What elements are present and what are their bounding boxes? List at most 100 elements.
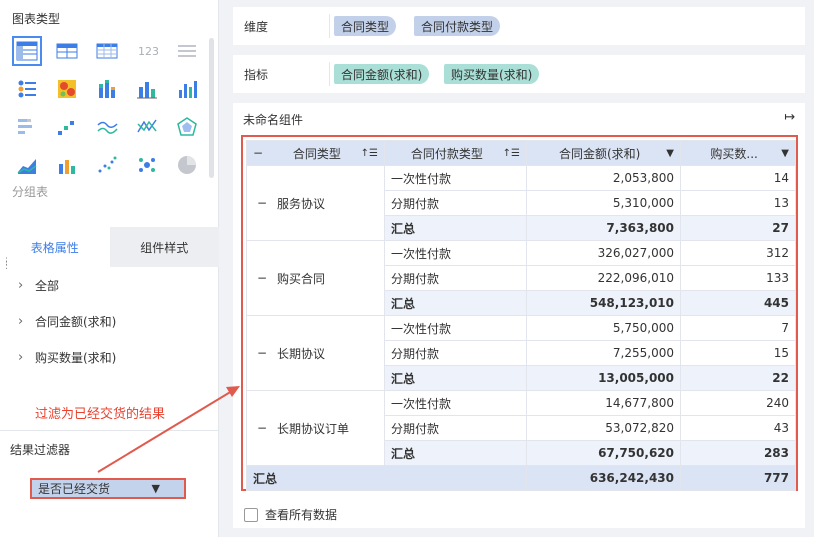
filter-pill-delivered[interactable]: 是否已经交货 ▼: [30, 478, 186, 499]
property-item-label: 全部: [35, 279, 60, 293]
number-card-chart-icon[interactable]: 123: [132, 36, 162, 66]
grand-total-label: 汇总: [246, 465, 527, 491]
property-item-purchase-quantity[interactable]: › 购买数量(求和): [18, 349, 116, 366]
checkbox-icon[interactable]: [244, 507, 258, 522]
multi-line-chart-icon[interactable]: [132, 112, 162, 142]
fit-width-icon[interactable]: ↦: [784, 110, 795, 125]
group-cell: − 购买合同: [246, 240, 385, 316]
header-contract-type[interactable]: − 合同类型 ↑☰: [246, 140, 385, 166]
table-row: − 服务协议 一次性付款 2,053,800 14: [246, 165, 796, 241]
collapse-icon[interactable]: −: [257, 346, 267, 360]
payment-type-cell: 分期付款: [384, 340, 527, 366]
contract-amount-cell: 67,750,620: [526, 440, 681, 466]
result-filter-title: 结果过滤器: [10, 443, 71, 457]
header-purchase-quantity[interactable]: 购买数... ▼: [680, 140, 796, 166]
table-body: − 服务协议 一次性付款 2,053,800 14 分期付款 5,310,000 13 汇总 7,…: [246, 165, 796, 491]
tab-table-properties[interactable]: 表格属性: [0, 227, 110, 267]
detail-table-chart-icon[interactable]: [52, 36, 82, 66]
grand-total-row: 汇总 636,242,430 777: [246, 465, 796, 491]
purchase-quantity-cell: 15: [680, 340, 796, 366]
payment-type-cell: 一次性付款: [384, 315, 527, 341]
funnel-icon[interactable]: ▼: [152, 482, 160, 495]
horizontal-bar-chart-icon[interactable]: [12, 112, 42, 142]
cross-table-chart-icon[interactable]: [92, 36, 122, 66]
collapse-icon[interactable]: −: [253, 146, 263, 160]
payment-type-cell: 分期付款: [384, 265, 527, 291]
line-chart-icon[interactable]: [92, 112, 122, 142]
property-item-contract-amount[interactable]: › 合同金额(求和): [18, 313, 116, 330]
show-all-data-checkbox[interactable]: 查看所有数据: [244, 506, 337, 523]
heatmap-chart-icon[interactable]: [52, 74, 82, 104]
radar-chart-icon[interactable]: [172, 112, 202, 142]
chart-grid-scrollbar[interactable]: [209, 38, 214, 178]
collapse-icon[interactable]: −: [257, 421, 267, 435]
property-tabs: 表格属性 组件样式: [0, 227, 219, 267]
component-title: 未命名组件: [243, 113, 304, 127]
metric-row: 指标 合同金额(求和) 购买数量(求和): [233, 55, 805, 93]
payment-type-cell: 分期付款: [384, 415, 527, 441]
table-row: − 长期协议订单 一次性付款 14,677,800 240: [246, 390, 796, 466]
stacked-bar-chart-icon[interactable]: [92, 74, 122, 104]
filter-pill-label: 是否已经交货: [38, 482, 111, 496]
group-name: 购买合同: [277, 271, 326, 286]
payment-type-cell: 汇总: [384, 290, 527, 316]
dropdown-icon[interactable]: ▼: [781, 148, 789, 159]
group-cell: − 长期协议订单: [246, 390, 385, 466]
step-chart-icon[interactable]: [52, 112, 82, 142]
pie-chart-icon[interactable]: [172, 150, 202, 180]
dimension-row: 维度 合同类型 合同付款类型: [233, 7, 805, 45]
drag-handle-icon[interactable]: ⋮ ⋮: [2, 258, 11, 271]
dimension-chip-contract-type[interactable]: 合同类型: [334, 16, 397, 36]
contract-amount-cell: 13,005,000: [526, 365, 681, 391]
payment-type-cell: 一次性付款: [384, 390, 527, 416]
header-payment-type[interactable]: 合同付款类型 ↑☰: [384, 140, 527, 166]
collapse-icon[interactable]: −: [257, 196, 267, 210]
payment-type-cell: 汇总: [384, 215, 527, 241]
group-cell: − 长期协议: [246, 315, 385, 391]
combo-chart-icon[interactable]: [52, 150, 82, 180]
purchase-quantity-cell: 133: [680, 265, 796, 291]
bubble-chart-icon[interactable]: [132, 150, 162, 180]
grouped-table-chart-icon[interactable]: [12, 36, 42, 66]
sort-icon[interactable]: ↑☰: [361, 148, 378, 159]
payment-type-cell: 一次性付款: [384, 240, 527, 266]
scatter-chart-icon[interactable]: [92, 150, 122, 180]
bar-chart-icon[interactable]: [132, 74, 162, 104]
dimension-label: 维度: [244, 20, 269, 34]
purchase-quantity-cell: 14: [680, 165, 796, 191]
table-row: − 购买合同 一次性付款 326,027,000 312: [246, 240, 796, 316]
purchase-quantity-cell: 445: [680, 290, 796, 316]
left-panel: 图表类型 123 分组表 表格属性 组件样式 ⋮ ⋮ › 全部 › 合同金额(求…: [0, 0, 219, 537]
purchase-quantity-cell: 13: [680, 190, 796, 216]
grand-total-amount: 636,242,430: [526, 465, 681, 491]
payment-type-cell: 汇总: [384, 365, 527, 391]
collapse-icon[interactable]: −: [257, 271, 267, 285]
sort-icon[interactable]: ↑☰: [503, 148, 520, 159]
contract-amount-cell: 222,096,010: [526, 265, 681, 291]
table-row: − 长期协议 一次性付款 5,750,000 7: [246, 315, 796, 391]
metric-chip-contract-amount[interactable]: 合同金额(求和): [334, 64, 430, 84]
chart-types-title: 图表类型: [12, 12, 61, 26]
property-item-all[interactable]: › 全部: [18, 277, 59, 294]
header-contract-amount[interactable]: 合同金额(求和) ▼: [526, 140, 681, 166]
payment-type-cell: 一次性付款: [384, 165, 527, 191]
column-chart-icon[interactable]: [172, 74, 202, 104]
annotation-text: 过滤为已经交货的结果: [35, 407, 166, 422]
group-name: 服务协议: [277, 196, 326, 211]
metric-chip-purchase-quantity[interactable]: 购买数量(求和): [444, 64, 540, 84]
area-chart-icon[interactable]: [12, 150, 42, 180]
list-chart-icon[interactable]: [172, 36, 202, 66]
contract-amount-cell: 7,363,800: [526, 215, 681, 241]
dropdown-icon[interactable]: ▼: [666, 148, 674, 159]
group-table-label: 分组表: [12, 185, 49, 199]
purchase-quantity-cell: 283: [680, 440, 796, 466]
contract-amount-cell: 548,123,010: [526, 290, 681, 316]
contract-amount-cell: 326,027,000: [526, 240, 681, 266]
kpi-list-chart-icon[interactable]: [12, 74, 42, 104]
contract-amount-cell: 5,750,000: [526, 315, 681, 341]
property-item-label: 购买数量(求和): [35, 351, 117, 365]
property-item-label: 合同金额(求和): [35, 315, 117, 329]
tab-component-style[interactable]: 组件样式: [109, 227, 219, 267]
dimension-chip-payment-type[interactable]: 合同付款类型: [414, 16, 501, 36]
svg-text:123: 123: [138, 45, 158, 58]
